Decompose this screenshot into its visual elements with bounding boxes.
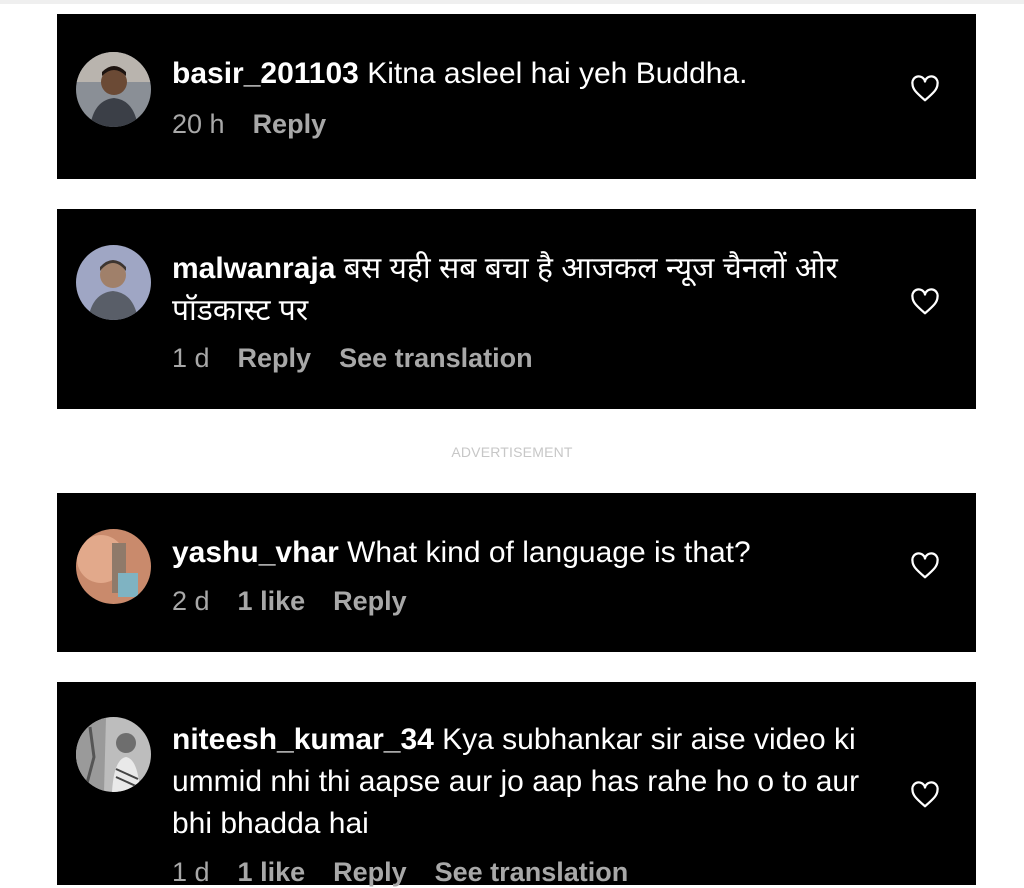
reply-button[interactable]: Reply	[238, 343, 312, 373]
reply-button[interactable]: Reply	[333, 586, 407, 616]
heart-icon[interactable]	[910, 288, 940, 316]
comment-meta: 1 d Reply See translation	[172, 343, 533, 374]
comment-meta: 1 d 1 like Reply See translation	[172, 857, 628, 888]
comment-card: basir_201103 Kitna asleel hai yeh Buddha…	[57, 14, 976, 179]
comment-time: 2 d	[172, 586, 210, 616]
comment-meta: 2 d 1 like Reply	[172, 586, 435, 617]
comment-text: basir_201103 Kitna asleel hai yeh Buddha…	[172, 53, 866, 95]
comment-time: 1 d	[172, 857, 210, 887]
heart-icon[interactable]	[910, 75, 940, 103]
advertisement-label: ADVERTISEMENT	[451, 444, 573, 460]
comment-meta: 20 h Reply	[172, 109, 354, 140]
see-translation-button[interactable]: See translation	[339, 343, 533, 373]
top-divider	[0, 0, 1024, 4]
comment-card: malwanraja बस यही सब बचा है आजकल न्यूज च…	[57, 209, 976, 409]
comment-username[interactable]: basir_201103	[172, 57, 359, 90]
comment-text: niteesh_kumar_34 Kya subhankar sir aise …	[172, 719, 866, 845]
heart-icon[interactable]	[910, 552, 940, 580]
avatar[interactable]	[76, 52, 151, 127]
comment-username[interactable]: niteesh_kumar_34	[172, 723, 434, 756]
comment-username[interactable]: malwanraja	[172, 252, 335, 285]
like-count[interactable]: 1 like	[238, 857, 306, 887]
comment-text: malwanraja बस यही सब बचा है आजकल न्यूज च…	[172, 248, 866, 332]
avatar[interactable]	[76, 245, 151, 320]
comment-username[interactable]: yashu_vhar	[172, 536, 339, 569]
comment-time: 1 d	[172, 343, 210, 373]
reply-button[interactable]: Reply	[333, 857, 407, 887]
comment-body: What kind of language is that?	[347, 536, 751, 569]
comment-text: yashu_vhar What kind of language is that…	[172, 532, 866, 574]
comment-card: niteesh_kumar_34 Kya subhankar sir aise …	[57, 682, 976, 888]
like-count[interactable]: 1 like	[238, 586, 306, 616]
avatar[interactable]	[76, 529, 151, 604]
heart-icon[interactable]	[910, 781, 940, 809]
see-translation-button[interactable]: See translation	[435, 857, 629, 887]
comment-card: yashu_vhar What kind of language is that…	[57, 493, 976, 652]
comment-time: 20 h	[172, 109, 225, 139]
avatar[interactable]	[76, 717, 151, 792]
comment-body: Kitna asleel hai yeh Buddha.	[367, 57, 748, 90]
reply-button[interactable]: Reply	[253, 109, 327, 139]
